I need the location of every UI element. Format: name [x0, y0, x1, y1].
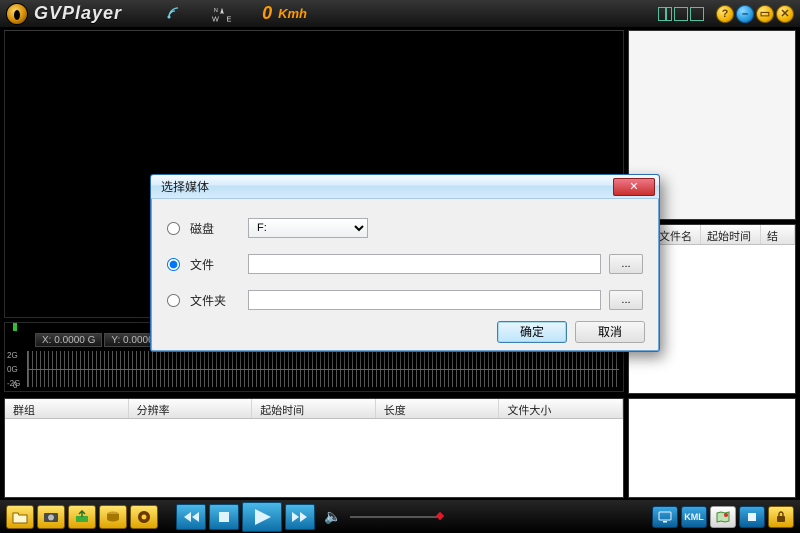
fastforward-button[interactable]	[285, 504, 315, 530]
speed-value: 0	[262, 3, 272, 24]
disk-select[interactable]: F:	[248, 218, 368, 238]
ok-button[interactable]: 确定	[497, 321, 567, 343]
dialog-title: 选择媒体	[161, 178, 209, 195]
title-bar: GVPlayer NWE 0 Kmh ? – ▭ ✕	[0, 0, 800, 28]
dialog-titlebar[interactable]: 选择媒体 ✕	[151, 175, 659, 199]
stop-button[interactable]	[209, 504, 239, 530]
radio-folder[interactable]	[167, 294, 180, 307]
kml-label: KML	[684, 512, 704, 522]
layout-single-icon	[674, 7, 688, 21]
row-disk: 磁盘 F:	[167, 217, 643, 239]
clip-grid-body[interactable]	[5, 419, 623, 497]
gsensor-x: X: 0.0000 G	[35, 333, 102, 347]
settings-button[interactable]	[739, 506, 765, 528]
col-end[interactable]: 结	[761, 225, 795, 244]
radio-file[interactable]	[167, 258, 180, 271]
folder-path-input[interactable]	[248, 290, 601, 310]
row-folder: 文件夹 ...	[167, 289, 643, 311]
volume-icon[interactable]: 🔈	[324, 508, 341, 525]
svg-text:W: W	[212, 14, 219, 23]
label-folder: 文件夹	[190, 292, 240, 309]
snapshot-button[interactable]	[37, 505, 65, 529]
clip-grid: 群组 分辨率 起始时间 长度 文件大小	[4, 398, 624, 498]
rewind-button[interactable]	[176, 504, 206, 530]
layout-split-icon	[658, 7, 672, 21]
export-button[interactable]	[68, 505, 96, 529]
app-logo-icon	[6, 3, 28, 25]
col-len[interactable]: 长度	[376, 399, 500, 418]
play-button[interactable]	[242, 502, 282, 532]
col-res[interactable]: 分辨率	[129, 399, 253, 418]
folder-browse-button[interactable]: ...	[609, 290, 643, 310]
minimize-button[interactable]: –	[736, 5, 754, 23]
col-size[interactable]: 文件大小	[499, 399, 623, 418]
select-media-dialog: 选择媒体 ✕ 磁盘 F: 文件 ... 文件夹 ... 确定 取消	[150, 174, 660, 352]
dialog-body: 磁盘 F: 文件 ... 文件夹 ...	[151, 199, 659, 319]
svg-text:N: N	[214, 8, 218, 14]
help-button[interactable]: ?	[716, 5, 734, 23]
open-folder-button[interactable]	[6, 505, 34, 529]
clip-grid-header: 群组 分辨率 起始时间 长度 文件大小	[5, 399, 623, 419]
layout-switch[interactable]	[658, 7, 704, 21]
col-start[interactable]: 起始时间	[701, 225, 761, 244]
grid-area: 群组 分辨率 起始时间 长度 文件大小	[4, 398, 796, 498]
layout-blank-icon	[690, 7, 704, 21]
file-browse-button[interactable]: ...	[609, 254, 643, 274]
kml-button[interactable]: KML	[681, 506, 707, 528]
gsensor-timeline[interactable]	[27, 351, 619, 387]
dialog-footer: 确定 取消	[151, 319, 659, 351]
label-file: 文件	[190, 256, 240, 273]
maximize-button[interactable]: ▭	[756, 5, 774, 23]
volume-slider[interactable]	[350, 516, 440, 518]
svg-text:E: E	[227, 14, 232, 23]
gsensor-marker-icon	[13, 323, 17, 331]
disk-button[interactable]	[99, 505, 127, 529]
row-file: 文件 ...	[167, 253, 643, 275]
cancel-button[interactable]: 取消	[575, 321, 645, 343]
col-name[interactable]: 文件名	[653, 225, 701, 244]
col-start[interactable]: 起始时间	[252, 399, 376, 418]
close-button[interactable]: ✕	[776, 5, 794, 23]
map-export-button[interactable]	[710, 506, 736, 528]
record-button[interactable]	[130, 505, 158, 529]
radio-disk[interactable]	[167, 222, 180, 235]
bottom-toolbar: 🔈 KML	[0, 500, 800, 533]
compass-icon: NWE	[212, 4, 232, 24]
file-path-input[interactable]	[248, 254, 601, 274]
app-title: GVPlayer	[34, 3, 122, 24]
col-group[interactable]: 群组	[5, 399, 129, 418]
label-disk: 磁盘	[190, 220, 240, 237]
secondary-grid[interactable]	[628, 398, 796, 498]
dialog-close-button[interactable]: ✕	[613, 178, 655, 196]
gsensor-zero: 0	[13, 381, 17, 390]
monitor-button[interactable]	[652, 506, 678, 528]
satellite-icon	[162, 4, 182, 24]
speed-unit: Kmh	[278, 6, 307, 21]
window-controls: ? – ▭ ✕	[716, 5, 794, 23]
lock-button[interactable]	[768, 506, 794, 528]
